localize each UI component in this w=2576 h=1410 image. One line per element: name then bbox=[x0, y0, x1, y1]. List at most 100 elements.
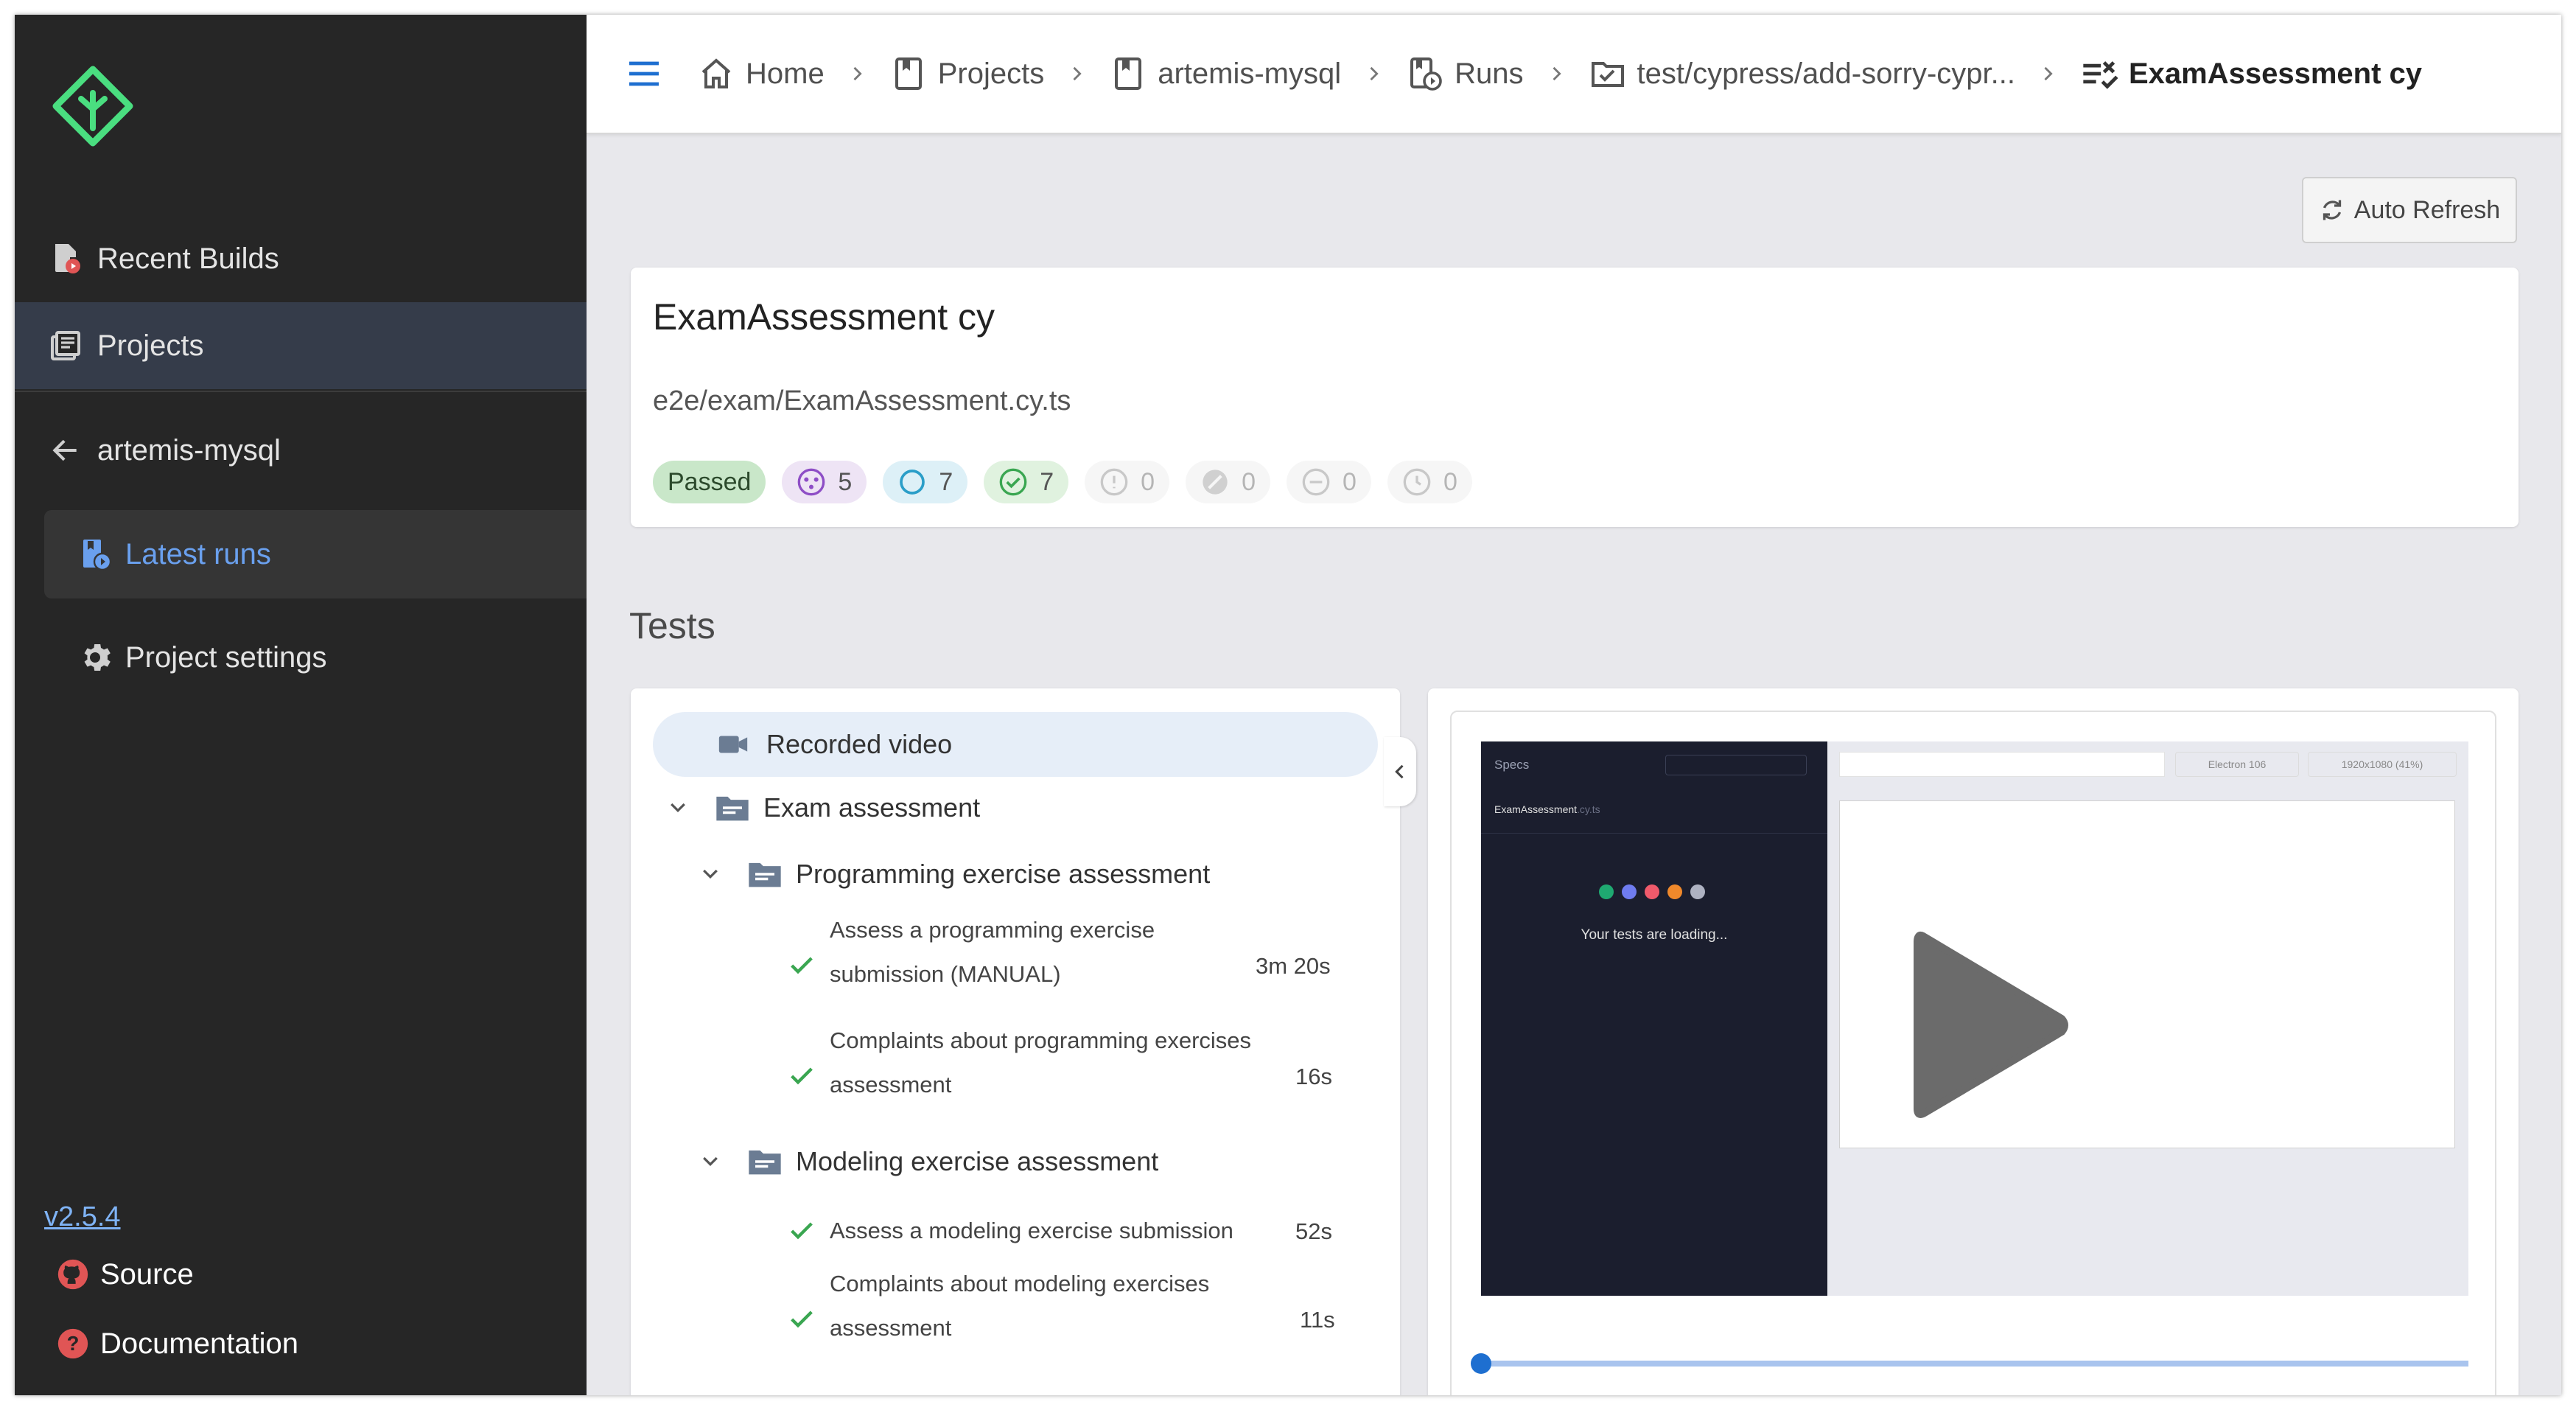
test-item[interactable]: Complaints about programming exercises a… bbox=[830, 1019, 1251, 1107]
circle-outline-icon bbox=[897, 467, 927, 497]
loading-text: Your tests are loading... bbox=[1581, 927, 1728, 943]
documentation-link[interactable]: ? Documentation bbox=[56, 1327, 298, 1361]
app-window: Recent Builds Projects artemis-mysql Lat… bbox=[15, 15, 2561, 1395]
breadcrumb-projects[interactable]: Projects bbox=[889, 55, 1045, 93]
video-player[interactable]: Specs ExamAssessment.cy.ts Your tests ar… bbox=[1481, 741, 2468, 1296]
flaky-count: 5 bbox=[838, 467, 853, 496]
chevron-right-icon bbox=[844, 60, 870, 87]
sidebar-item-projects[interactable]: Projects bbox=[15, 302, 587, 389]
pending-count-chip: 0 bbox=[1287, 461, 1371, 503]
video-camera-icon bbox=[715, 726, 752, 763]
test-title-line: Assess a modeling exercise submission bbox=[830, 1218, 1233, 1243]
runner-stats-bar bbox=[1665, 755, 1807, 775]
sidebar-back-label: artemis-mysql bbox=[97, 433, 281, 467]
video-progress-knob[interactable] bbox=[1471, 1353, 1491, 1374]
test-duration: 16s bbox=[1295, 1064, 1332, 1089]
runner-divider bbox=[1481, 833, 1827, 834]
play-icon[interactable] bbox=[1910, 926, 2072, 1125]
chevron-left-icon bbox=[1395, 764, 1404, 779]
test-item[interactable]: Assess a modeling exercise submission bbox=[830, 1209, 1233, 1253]
breadcrumb-home[interactable]: Home bbox=[697, 55, 825, 93]
sidebar-item-recent-builds[interactable]: Recent Builds bbox=[15, 215, 587, 302]
breadcrumb-runs[interactable]: Runs bbox=[1406, 55, 1524, 93]
recorded-video-label: Recorded video bbox=[766, 729, 953, 759]
status-label: Passed bbox=[668, 467, 752, 496]
retries-count-chip: 0 bbox=[1387, 461, 1472, 503]
bookmark-icon bbox=[1109, 55, 1147, 93]
runner-specs-label: Specs bbox=[1494, 758, 1530, 772]
status-badge: Passed bbox=[653, 461, 766, 503]
flaky-icon bbox=[797, 467, 826, 497]
breadcrumb-label: Projects bbox=[937, 57, 1045, 90]
alert-circle-icon bbox=[1099, 467, 1129, 497]
breadcrumb-project[interactable]: artemis-mysql bbox=[1109, 55, 1341, 93]
flaky-count-chip: 5 bbox=[782, 461, 867, 503]
group-programming-exercise[interactable]: Programming exercise assessment bbox=[697, 845, 1210, 904]
loading-dot bbox=[1667, 884, 1682, 899]
suite-exam-assessment[interactable]: Exam assessment bbox=[665, 778, 980, 837]
runner-specs-pane: Specs ExamAssessment.cy.ts Your tests ar… bbox=[1481, 741, 1827, 1296]
loading-dot bbox=[1645, 884, 1659, 899]
chevron-down-icon bbox=[697, 861, 724, 887]
runs-icon bbox=[1406, 55, 1444, 93]
runner-url-bar bbox=[1839, 752, 2165, 777]
breadcrumb-run[interactable]: test/cypress/add-sorry-cypr... bbox=[1589, 55, 2015, 93]
recorded-video-item[interactable]: Recorded video bbox=[653, 712, 1378, 777]
version-link[interactable]: v2.5.4 bbox=[44, 1201, 121, 1233]
sidebar: Recent Builds Projects artemis-mysql Lat… bbox=[15, 15, 587, 1395]
chevron-right-icon bbox=[1543, 60, 1569, 87]
menu-icon bbox=[629, 61, 659, 86]
skipped-count-chip: 0 bbox=[1186, 461, 1271, 503]
hamburger-menu-button[interactable] bbox=[620, 50, 668, 97]
retries-count: 0 bbox=[1443, 467, 1457, 496]
chevron-right-icon bbox=[1360, 60, 1387, 87]
tests-tree-panel: Recorded video Exam assessment Programmi… bbox=[631, 688, 1400, 1395]
arrow-left-icon bbox=[47, 432, 84, 469]
documentation-label: Documentation bbox=[100, 1327, 299, 1360]
viewport-size: 1920x1080 bbox=[2341, 758, 2393, 770]
refresh-icon bbox=[2319, 197, 2345, 223]
auto-refresh-label: Auto Refresh bbox=[2353, 195, 2501, 224]
passes-count: 7 bbox=[1040, 467, 1054, 496]
auto-refresh-button[interactable]: Auto Refresh bbox=[2302, 177, 2517, 243]
sidebar-sub-label: Latest runs bbox=[125, 537, 271, 570]
collapse-panel-button[interactable] bbox=[1384, 737, 1416, 806]
check-icon bbox=[791, 1222, 813, 1240]
library-icon bbox=[47, 327, 84, 364]
test-item[interactable]: Assess a programming exercise submission… bbox=[830, 908, 1155, 997]
loading-dots bbox=[1599, 884, 1705, 899]
viewport-zoom: (41%) bbox=[2395, 758, 2423, 770]
runner-browser-badge: Electron 106 bbox=[2175, 752, 2299, 777]
test-item[interactable]: Complaints about modeling exercises asse… bbox=[830, 1262, 1209, 1350]
sorry-cypress-logo[interactable] bbox=[49, 63, 137, 152]
sidebar-item-latest-runs[interactable]: Latest runs bbox=[44, 510, 587, 598]
help-icon: ? bbox=[56, 1327, 90, 1361]
video-progress-track[interactable] bbox=[1471, 1353, 2468, 1374]
chevron-down-icon bbox=[697, 1148, 724, 1175]
chevron-down-icon bbox=[665, 795, 691, 821]
tests-count-chip: 7 bbox=[883, 461, 968, 503]
sidebar-sub-label: Project settings bbox=[125, 641, 327, 674]
pending-count: 0 bbox=[1343, 467, 1357, 496]
video-panel: Specs ExamAssessment.cy.ts Your tests ar… bbox=[1428, 688, 2519, 1395]
sidebar-back-project[interactable]: artemis-mysql bbox=[15, 407, 587, 494]
github-icon bbox=[56, 1257, 90, 1291]
test-title-line: assessment bbox=[830, 1072, 952, 1097]
test-title-line: assessment bbox=[830, 1315, 952, 1341]
loading-dot bbox=[1622, 884, 1637, 899]
list-check-icon bbox=[2080, 55, 2118, 93]
video-frame: Specs ExamAssessment.cy.ts Your tests ar… bbox=[1450, 711, 2496, 1395]
sidebar-item-project-settings[interactable]: Project settings bbox=[44, 613, 587, 702]
top-bar: Home Projects artemis-mysql Runs test/cy… bbox=[587, 15, 2561, 134]
breadcrumb-label: test/cypress/add-sorry-cypr... bbox=[1637, 57, 2015, 90]
group-modeling-exercise[interactable]: Modeling exercise assessment bbox=[697, 1132, 1158, 1191]
runner-spec-name: ExamAssessment.cy.ts bbox=[1494, 803, 1600, 815]
video-check-icon bbox=[1589, 55, 1627, 93]
runs-icon bbox=[77, 536, 113, 573]
spec-path: e2e/exam/ExamAssessment.cy.ts bbox=[653, 385, 1071, 416]
skipped-icon bbox=[1200, 467, 1230, 497]
check-icon bbox=[791, 957, 813, 974]
folder-icon bbox=[746, 1142, 784, 1181]
test-duration: 11s bbox=[1300, 1307, 1335, 1333]
source-link[interactable]: Source bbox=[56, 1257, 194, 1291]
